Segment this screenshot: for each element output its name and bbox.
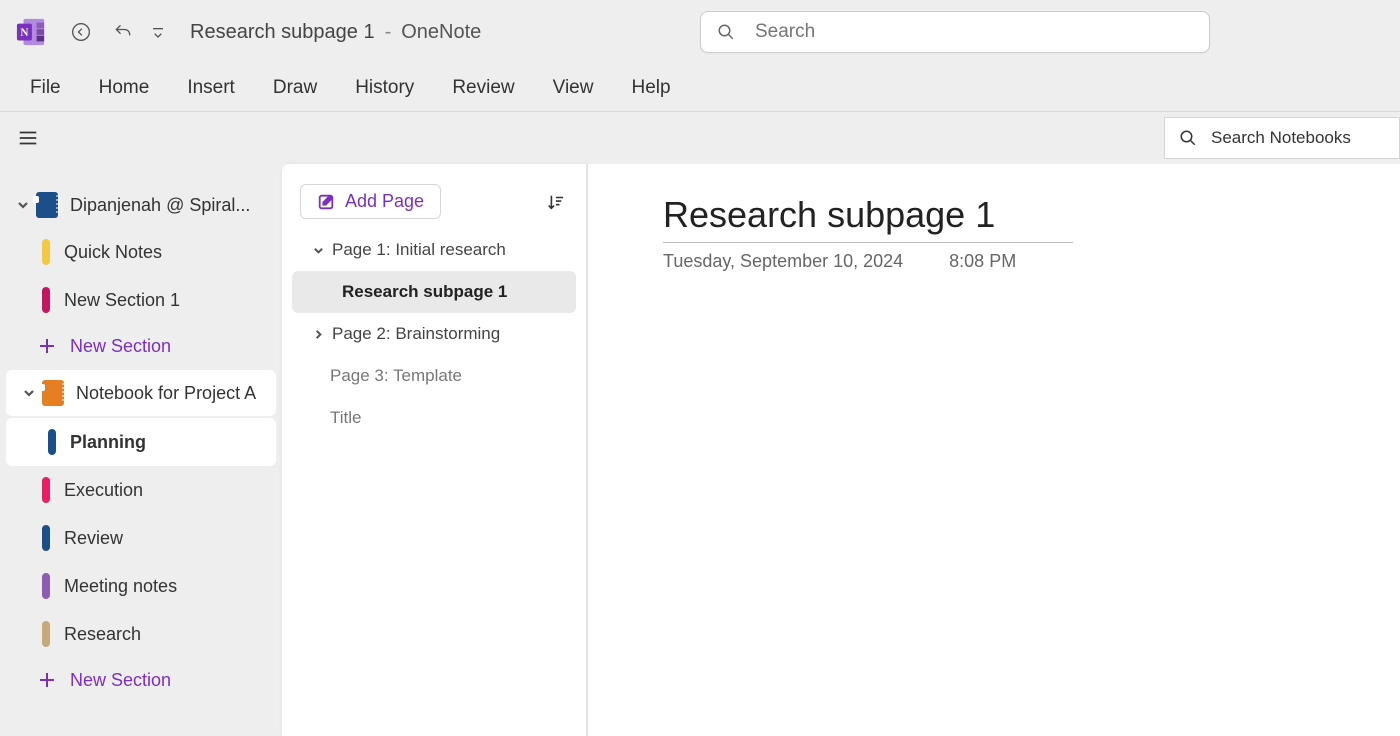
notebook-item[interactable]: Dipanjenah @ Spiral... — [0, 182, 282, 228]
section-item[interactable]: New Section 1 — [0, 276, 282, 324]
ribbon-tab-review[interactable]: Review — [450, 73, 516, 103]
notebook-icon — [42, 380, 64, 406]
search-icon — [1179, 129, 1197, 147]
section-color-swatch — [42, 525, 50, 551]
page-label: Page 3: Template — [330, 366, 462, 386]
page-item[interactable]: Page 1: Initial research — [292, 229, 576, 271]
section-item[interactable]: Execution — [0, 466, 282, 514]
page-label: Page 1: Initial research — [332, 240, 506, 260]
section-item[interactable]: Planning — [6, 418, 276, 466]
section-item[interactable]: Meeting notes — [0, 562, 282, 610]
notebook-item[interactable]: Notebook for Project A — [6, 370, 276, 416]
section-label: New Section 1 — [64, 290, 180, 311]
chevron-down-icon — [14, 199, 32, 211]
nav-toggle-button[interactable] — [14, 124, 42, 152]
quick-access-dropdown-icon[interactable] — [148, 15, 168, 49]
ribbon-tab-file[interactable]: File — [28, 73, 63, 103]
sort-pages-button[interactable] — [542, 189, 568, 215]
new-section-label: New Section — [70, 336, 171, 357]
global-search-box[interactable] — [700, 11, 1210, 53]
page-meta: Tuesday, September 10, 2024 8:08 PM — [663, 251, 1400, 272]
search-notebooks-box[interactable]: Search Notebooks — [1164, 117, 1400, 159]
section-item[interactable]: Research — [0, 610, 282, 658]
page-item[interactable]: Page 3: Template — [292, 355, 576, 397]
add-page-label: Add Page — [345, 191, 424, 212]
plus-icon — [38, 671, 56, 689]
section-label: Meeting notes — [64, 576, 177, 597]
notebook-container: Notebook for Project A — [6, 370, 276, 416]
chevron-down-icon — [20, 387, 38, 399]
search-notebooks-placeholder: Search Notebooks — [1211, 128, 1351, 148]
page-item[interactable]: Research subpage 1 — [292, 271, 576, 313]
page-time: 8:08 PM — [949, 251, 1016, 272]
section-label: Review — [64, 528, 123, 549]
section-color-swatch — [42, 477, 50, 503]
main-area: Dipanjenah @ Spiral... Quick Notes New S… — [0, 164, 1400, 736]
notebook-name: Dipanjenah @ Spiral... — [70, 195, 250, 216]
ribbon-tabs: File Home Insert Draw History Review Vie… — [0, 64, 1400, 112]
ribbon-tab-home[interactable]: Home — [97, 73, 152, 103]
section-color-swatch — [42, 287, 50, 313]
new-section-button[interactable]: New Section — [0, 324, 282, 368]
title-separator: - — [385, 21, 392, 44]
section-color-swatch — [48, 429, 56, 455]
plus-icon — [38, 337, 56, 355]
title-bar: N Research subpage 1 - OneNote — [0, 0, 1400, 64]
add-page-button[interactable]: Add Page — [300, 184, 441, 219]
section-item[interactable]: Review — [0, 514, 282, 562]
ribbon-tab-help[interactable]: Help — [629, 73, 672, 103]
section-item[interactable]: Quick Notes — [0, 228, 282, 276]
title-page-name: Research subpage 1 — [190, 21, 375, 44]
ribbon-tab-insert[interactable]: Insert — [185, 73, 237, 103]
ribbon-tab-view[interactable]: View — [551, 73, 596, 103]
ribbon-tab-history[interactable]: History — [353, 73, 416, 103]
page-label: Research subpage 1 — [342, 282, 507, 302]
back-button[interactable] — [64, 15, 98, 49]
sub-header: Search Notebooks — [0, 112, 1400, 164]
section-label: Quick Notes — [64, 242, 162, 263]
search-icon — [717, 23, 735, 41]
section-color-swatch — [42, 621, 50, 647]
notebook-name: Notebook for Project A — [76, 383, 256, 404]
page-item[interactable]: Page 2: Brainstorming — [292, 313, 576, 355]
onenote-app-icon: N — [16, 17, 46, 47]
svg-text:N: N — [20, 27, 28, 39]
page-content[interactable]: Research subpage 1 Tuesday, September 10… — [588, 164, 1400, 736]
notebook-sidebar: Dipanjenah @ Spiral... Quick Notes New S… — [0, 164, 282, 736]
add-page-icon — [317, 193, 335, 211]
new-section-button[interactable]: New Section — [0, 658, 282, 702]
page-title[interactable]: Research subpage 1 — [663, 194, 1073, 243]
page-label: Title — [330, 408, 362, 428]
title-app-name: OneNote — [401, 21, 481, 44]
section-label: Execution — [64, 480, 143, 501]
undo-button[interactable] — [106, 15, 140, 49]
page-date: Tuesday, September 10, 2024 — [663, 251, 903, 272]
ribbon-tab-draw[interactable]: Draw — [271, 73, 319, 103]
new-section-label: New Section — [70, 670, 171, 691]
window-title: Research subpage 1 - OneNote — [190, 21, 481, 44]
chevron-right-icon — [310, 329, 326, 340]
page-item[interactable]: Title — [292, 397, 576, 439]
section-color-swatch — [42, 573, 50, 599]
chevron-down-icon — [310, 245, 326, 256]
section-color-swatch — [42, 239, 50, 265]
section-label: Planning — [70, 432, 146, 453]
section-label: Research — [64, 624, 141, 645]
page-label: Page 2: Brainstorming — [332, 324, 500, 344]
page-list-pane: Add Page Page 1: Initial research Resear… — [282, 164, 588, 736]
notebook-icon — [36, 192, 58, 218]
global-search-input[interactable] — [753, 20, 1193, 44]
